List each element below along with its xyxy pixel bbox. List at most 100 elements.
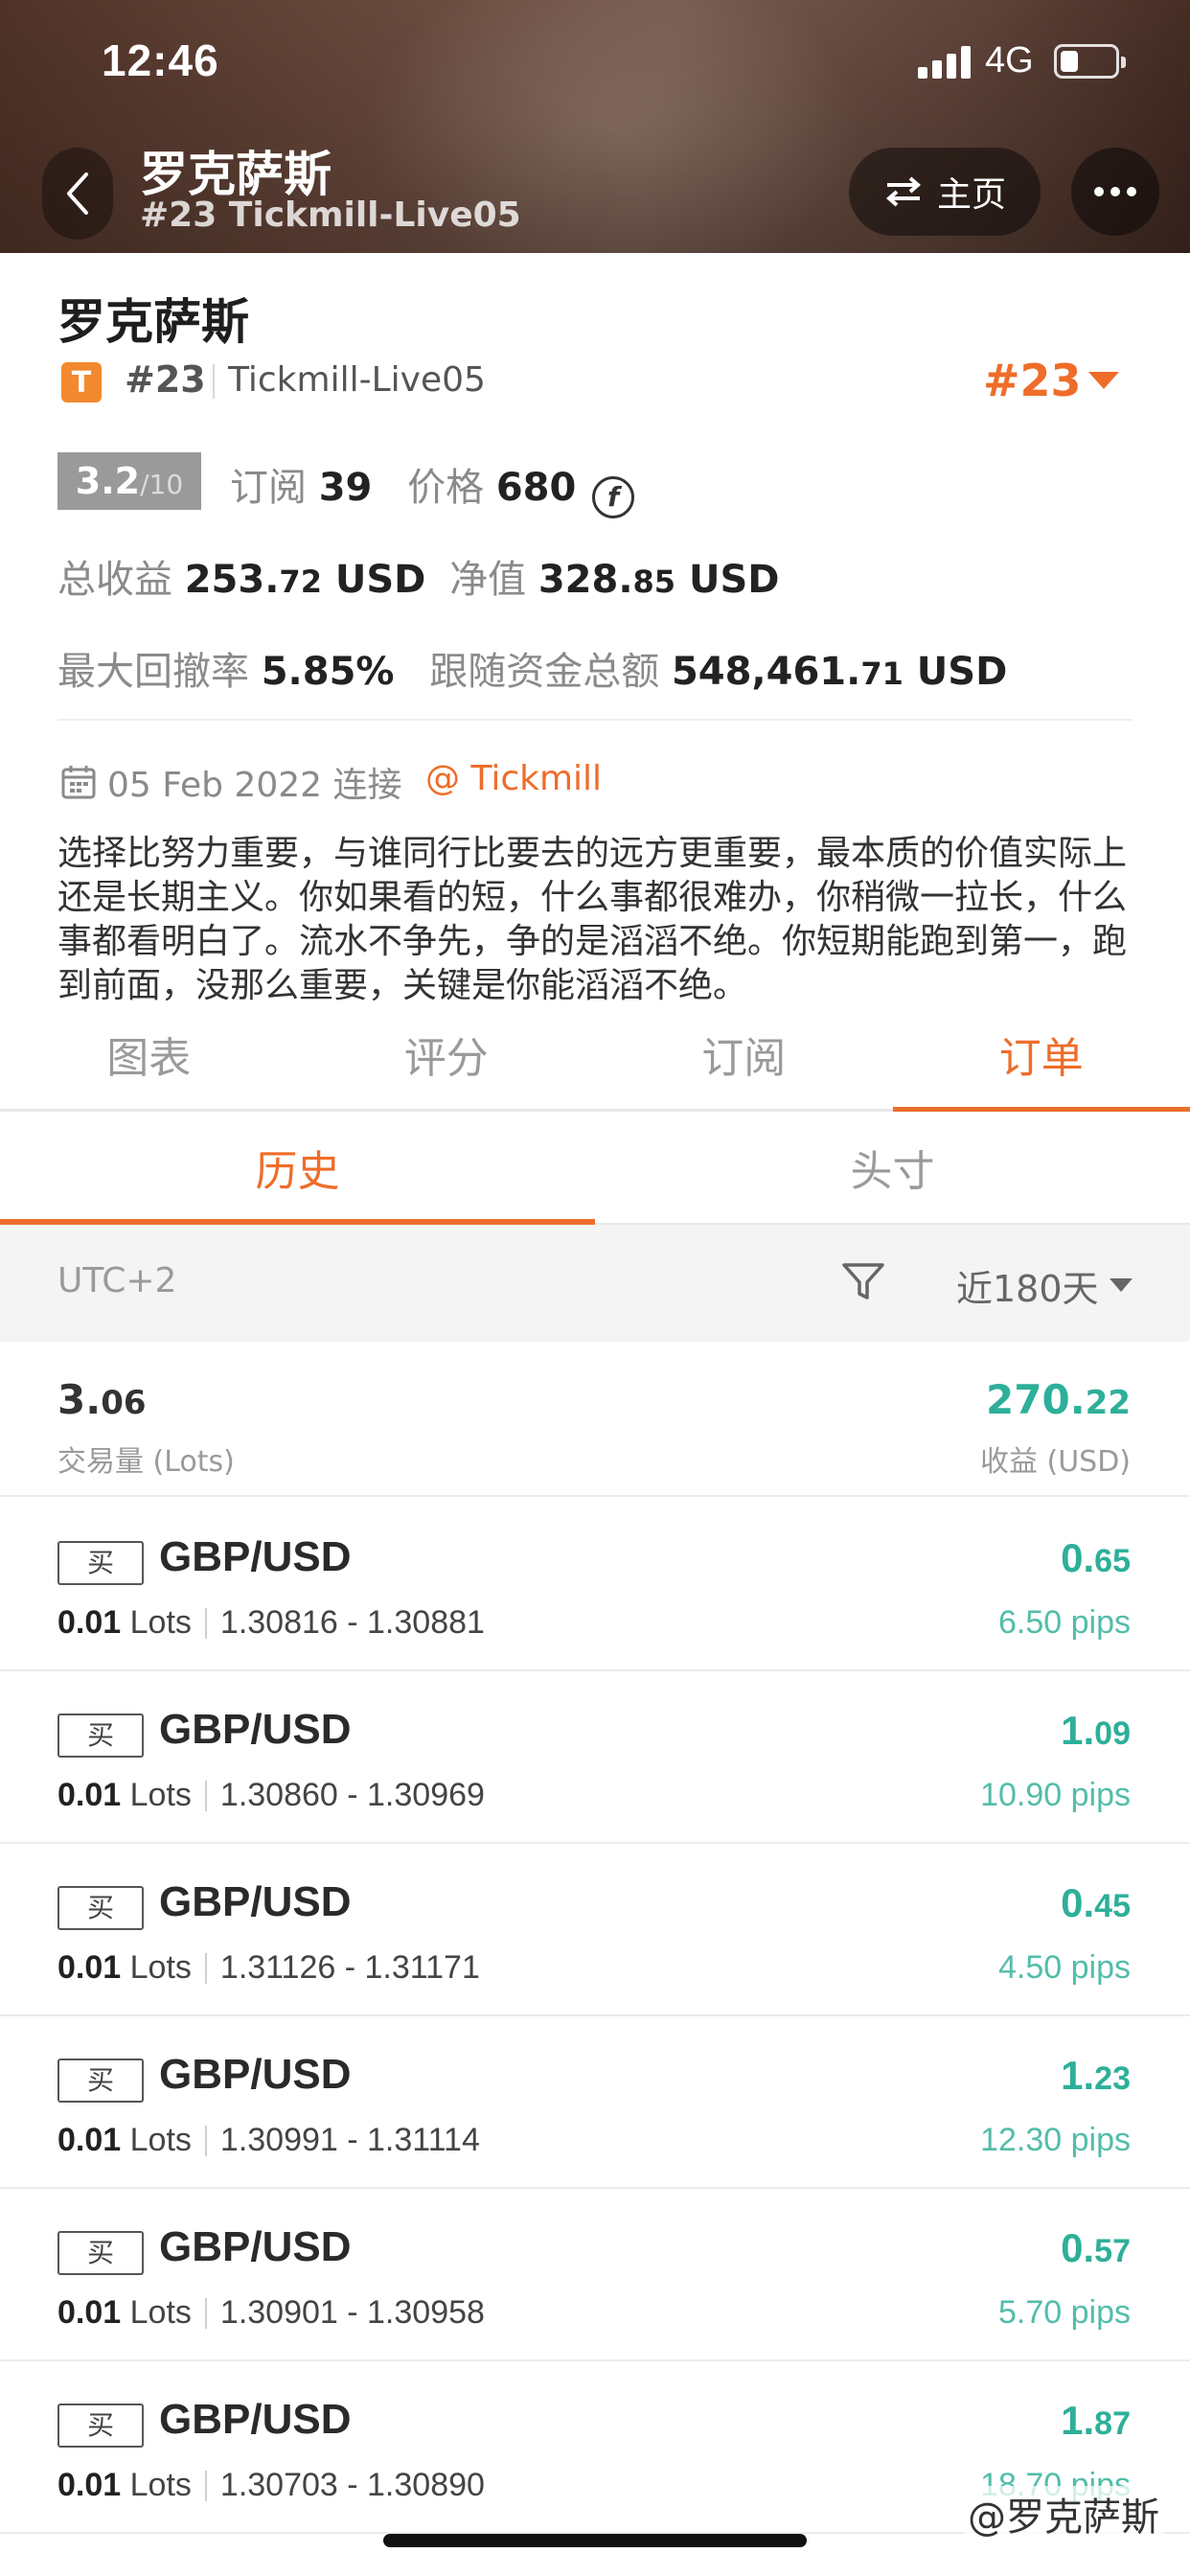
order-profit-int: 0. — [1061, 1880, 1095, 1925]
total-order-profit-dec: 22 — [1085, 1384, 1131, 1422]
rating-score: 3.2 — [75, 460, 141, 502]
order-profit: 1.23 — [1061, 2053, 1131, 2099]
order-lots-unit: Lots — [129, 2294, 192, 2331]
tab-chart[interactable]: 图表 — [0, 1006, 298, 1109]
order-lots: 0.01 Lots 1.30860 - 1.30969 — [57, 1777, 485, 1814]
follow-funds-label: 跟随资金总额 — [429, 650, 660, 694]
more-dot — [1110, 187, 1120, 196]
order-profit: 0.65 — [1061, 1535, 1131, 1581]
broker-link[interactable]: @ Tickmill — [425, 759, 602, 798]
home-indicator[interactable] — [383, 2534, 807, 2547]
equity-label: 净值 — [449, 558, 527, 602]
follow-funds-int: 548,461. — [671, 650, 861, 694]
broker-badge-icon: T — [61, 362, 102, 402]
tab-rating[interactable]: 评分 — [298, 1006, 596, 1109]
tab-subscribe[interactable]: 订阅 — [595, 1006, 893, 1109]
order-profit-dec: 45 — [1094, 1888, 1131, 1924]
order-profit-int: 0. — [1061, 2225, 1095, 2270]
filter-icon[interactable] — [839, 1257, 887, 1305]
max-drawdown-label: 最大回撤率 — [57, 650, 249, 694]
order-row[interactable]: 买 GBP/USD 0.01 Lots 1.30901 - 1.30958 0.57 5.… — [0, 2189, 1190, 2361]
more-button[interactable] — [1071, 148, 1159, 236]
order-lots: 0.01 Lots 1.30991 - 1.31114 — [57, 2122, 480, 2159]
order-pips: 6.50 pips — [998, 1604, 1131, 1641]
order-side-badge: 买 — [57, 1886, 144, 1930]
network-type: 4G — [985, 40, 1034, 80]
coin-icon: f — [592, 475, 635, 518]
status-time: 12:46 — [102, 35, 219, 85]
subscribe-count: 39 — [318, 466, 373, 510]
equity-dec: 85 — [632, 564, 676, 600]
order-price-range: 1.31126 - 1.31171 — [219, 1949, 480, 1986]
order-pips: 12.30 pips — [980, 2122, 1131, 2158]
watermark: @罗克萨斯 — [964, 2486, 1163, 2542]
status-bar: 12:46 4G — [0, 0, 1190, 125]
tab-orders[interactable]: 订单 — [892, 1006, 1190, 1112]
connected-since-text: 05 Feb 2022 连接 — [107, 766, 402, 805]
order-profit: 0.45 — [1061, 1880, 1131, 1926]
order-profit-int: 0. — [1061, 1535, 1095, 1580]
total-lots-label: 交易量 (Lots) — [57, 1445, 235, 1479]
order-lots-value: 0.01 — [57, 1949, 122, 1986]
order-lots-unit: Lots — [129, 2122, 192, 2158]
order-lots: 0.01 Lots 1.30901 - 1.30958 — [57, 2294, 485, 2332]
order-row[interactable]: 买 GBP/USD 0.01 Lots 1.30816 - 1.30881 0.65 6.… — [0, 1499, 1190, 1671]
order-row[interactable]: 买 GBP/USD 0.01 Lots 1.31126 - 1.31171 0.45 4.… — [0, 1844, 1190, 2016]
signal-icon — [918, 44, 972, 79]
order-profit-int: 1. — [1061, 2398, 1095, 2443]
separator — [204, 1781, 207, 1811]
total-profit-label: 总收益 — [57, 558, 172, 602]
orders-summary: 3.06 交易量 (Lots) 270.22 收益 (USD) — [0, 1342, 1190, 1497]
follow-funds-dec: 71 — [860, 656, 904, 692]
equity-unit: USD — [689, 558, 780, 602]
total-profit-int: 253. — [184, 558, 280, 602]
order-row[interactable]: 买 GBP/USD 0.01 Lots 1.30991 - 1.31114 1.23 12… — [0, 2016, 1190, 2189]
order-profit-dec: 57 — [1094, 2233, 1131, 2269]
chevron-left-icon — [67, 172, 88, 215]
back-button[interactable] — [42, 148, 113, 240]
order-profit-int: 1. — [1061, 2053, 1095, 2098]
order-lots-unit: Lots — [129, 2467, 192, 2503]
order-row[interactable]: 买 GBP/USD 0.01 Lots 1.30860 - 1.30969 1.09 10… — [0, 1671, 1190, 1844]
order-profit-dec: 87 — [1094, 2405, 1131, 2442]
order-side-badge: 买 — [57, 2058, 144, 2103]
order-profit-dec: 65 — [1094, 1543, 1131, 1579]
calendar-icon — [61, 766, 96, 799]
subtab-positions[interactable]: 头寸 — [595, 1112, 1190, 1223]
order-profit-dec: 23 — [1094, 2060, 1131, 2097]
total-order-profit-int: 270. — [986, 1376, 1086, 1423]
total-profit-unit: USD — [334, 558, 426, 602]
order-lots: 0.01 Lots 1.30703 - 1.30890 — [57, 2467, 485, 2504]
order-profit: 1.87 — [1061, 2398, 1131, 2444]
order-price-range: 1.30901 - 1.30958 — [219, 2294, 485, 2331]
order-lots-value: 0.01 — [57, 2467, 122, 2503]
order-side-badge: 买 — [57, 1714, 144, 1758]
order-price-range: 1.30991 - 1.31114 — [219, 2122, 480, 2158]
order-symbol: GBP/USD — [159, 2396, 352, 2443]
order-lots-value: 0.01 — [57, 1604, 122, 1641]
order-profit: 1.09 — [1061, 1708, 1131, 1754]
more-dot — [1094, 187, 1104, 196]
order-pips: 4.50 pips — [998, 1949, 1131, 1986]
subtab-history[interactable]: 历史 — [0, 1112, 595, 1225]
order-symbol: GBP/USD — [159, 1706, 352, 1753]
caret-down-icon[interactable] — [1110, 1278, 1133, 1292]
total-lots: 3.06 — [57, 1376, 147, 1423]
separator — [204, 1608, 207, 1639]
sub-tabs: 历史 头寸 — [0, 1112, 1190, 1225]
divider — [57, 719, 1133, 721]
home-button[interactable]: 主页 — [849, 148, 1041, 236]
nav-bar: 罗克萨斯 #23 Tickmill-Live05 主页 — [0, 134, 1190, 249]
subscribe-stat: 订阅 39 价格 680 f — [230, 456, 635, 518]
drawdown-stat: 最大回撤率 5.85% 跟随资金总额 548,461.71 USD — [57, 640, 1007, 696]
nav-subtitle: #23 Tickmill-Live05 — [140, 196, 521, 235]
order-lots-value: 0.01 — [57, 2294, 122, 2331]
total-profit-dec: 72 — [279, 564, 322, 600]
main-tabs: 图表 评分 订阅 订单 — [0, 1006, 1190, 1112]
order-lots-unit: Lots — [129, 1949, 192, 1986]
caret-down-icon[interactable] — [1088, 372, 1119, 389]
order-side-badge: 买 — [57, 2231, 144, 2275]
period-selector[interactable]: 近180天 — [956, 1259, 1099, 1312]
rank-selector[interactable]: #23 — [983, 355, 1082, 406]
order-symbol: GBP/USD — [159, 1533, 352, 1580]
